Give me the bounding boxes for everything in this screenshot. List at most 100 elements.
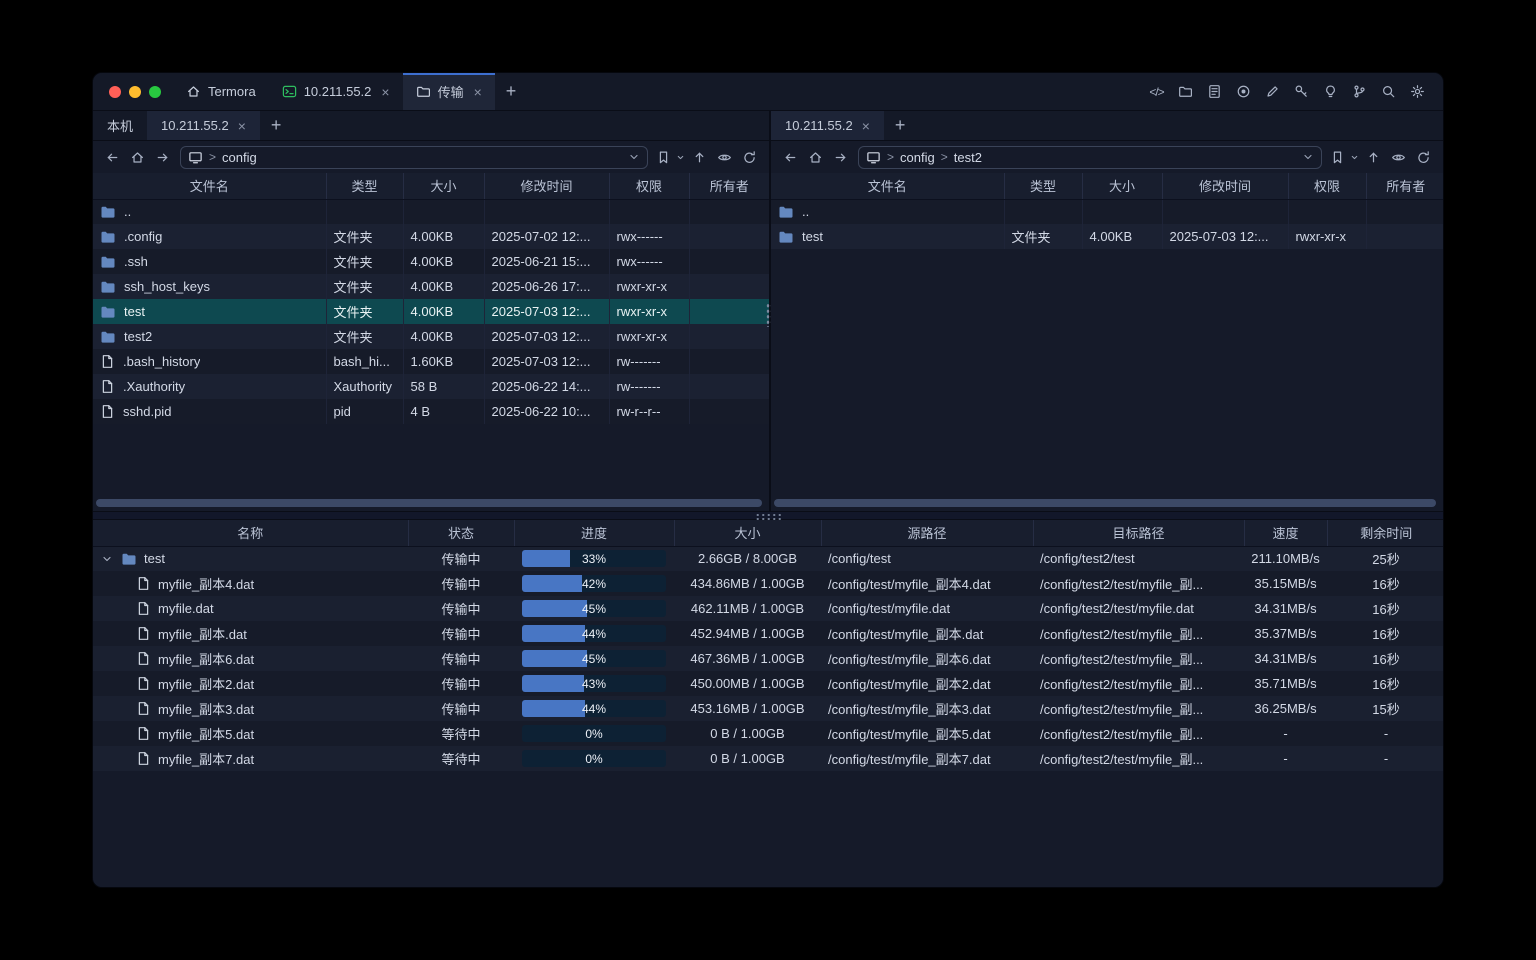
transfer-target-path: /config/test2/test <box>1033 546 1244 571</box>
column-header[interactable]: 权限 <box>609 173 689 199</box>
breadcrumb-segment[interactable]: config <box>900 150 935 165</box>
column-header[interactable]: 修改时间 <box>484 173 609 199</box>
transfer-source-path: /config/test/myfile_副本3.dat <box>821 696 1033 721</box>
file-row[interactable]: ssh_host_keys 文件夹 4.00KB 2025-06-26 17:.… <box>93 274 769 299</box>
right-show-hidden-button[interactable] <box>1387 146 1410 169</box>
bookmark-dropdown-caret[interactable] <box>1348 146 1360 169</box>
chevron-down-icon[interactable] <box>1302 151 1314 163</box>
close-icon[interactable]: × <box>381 85 389 99</box>
column-header[interactable]: 所有者 <box>689 173 769 199</box>
collapse-chevron-icon[interactable] <box>100 553 114 565</box>
close-icon[interactable]: × <box>474 85 482 99</box>
transfer-column-header[interactable]: 源路径 <box>821 520 1033 546</box>
chevron-down-icon[interactable] <box>628 151 640 163</box>
transfer-column-header[interactable]: 状态 <box>408 520 514 546</box>
left-home-button[interactable] <box>126 146 149 169</box>
file-row[interactable]: test2 文件夹 4.00KB 2025-07-03 12:... rwxr-… <box>93 324 769 349</box>
left-new-tab-button[interactable]: + <box>260 111 293 140</box>
window-minimize-button[interactable] <box>129 86 141 98</box>
toolbar-folder-outline-button[interactable] <box>1174 80 1197 103</box>
toolbar-code-button[interactable]: </> <box>1145 80 1168 103</box>
file-row[interactable]: sshd.pid pid 4 B 2025-06-22 10:... rw-r-… <box>93 399 769 424</box>
transfer-splitter[interactable] <box>93 511 1443 520</box>
file-row[interactable]: test 文件夹 4.00KB 2025-07-03 12:... rwxr-x… <box>771 224 1443 249</box>
column-header[interactable]: 修改时间 <box>1162 173 1288 199</box>
file-row[interactable]: .. <box>771 199 1443 224</box>
file-row[interactable]: .bash_history bash_hi... 1.60KB 2025-07-… <box>93 349 769 374</box>
file-row[interactable]: .ssh 文件夹 4.00KB 2025-06-21 15:... rwx---… <box>93 249 769 274</box>
right-back-button[interactable] <box>779 146 802 169</box>
right-up-button[interactable] <box>1362 146 1385 169</box>
left-panel-tab-1[interactable]: 10.211.55.2 × <box>147 111 260 140</box>
right-panel-tab-0[interactable]: 10.211.55.2 × <box>771 111 884 140</box>
breadcrumb-segment[interactable]: config <box>222 150 257 165</box>
transfer-column-header[interactable]: 速度 <box>1244 520 1327 546</box>
close-icon[interactable]: × <box>238 119 246 133</box>
left-path-breadcrumb[interactable]: >config <box>180 146 648 169</box>
bookmark-dropdown-caret[interactable] <box>674 146 686 169</box>
left-panel-tab-0[interactable]: 本机 <box>93 111 147 140</box>
transfer-row[interactable]: myfile_副本6.dat 传输中 45% 467.36MB / 1.00GB… <box>93 646 1443 671</box>
transfer-column-header[interactable]: 目标路径 <box>1033 520 1244 546</box>
new-title-tab-button[interactable]: + <box>495 73 528 110</box>
left-bookmark-button[interactable] <box>654 146 672 169</box>
column-header[interactable]: 类型 <box>1004 173 1082 199</box>
scrollbar-thumb[interactable] <box>774 499 1436 507</box>
file-row[interactable]: .. <box>93 199 769 224</box>
transfer-column-header[interactable]: 进度 <box>514 520 674 546</box>
transfer-row[interactable]: myfile.dat 传输中 45% 462.11MB / 1.00GB /co… <box>93 596 1443 621</box>
transfer-row[interactable]: myfile_副本.dat 传输中 44% 452.94MB / 1.00GB … <box>93 621 1443 646</box>
toolbar-search-button[interactable] <box>1377 80 1400 103</box>
toolbar-edit-button[interactable] <box>1261 80 1284 103</box>
settings-icon <box>1410 84 1425 99</box>
toolbar-branch-button[interactable] <box>1348 80 1371 103</box>
transfer-column-header[interactable]: 名称 <box>93 520 408 546</box>
transfer-column-header[interactable]: 大小 <box>674 520 821 546</box>
window-zoom-button[interactable] <box>149 86 161 98</box>
horizontal-scrollbar[interactable] <box>96 499 762 507</box>
transfer-row[interactable]: myfile_副本2.dat 传输中 43% 450.00MB / 1.00GB… <box>93 671 1443 696</box>
toolbar-settings-button[interactable] <box>1406 80 1429 103</box>
left-forward-button[interactable] <box>151 146 174 169</box>
breadcrumb-segment[interactable]: test2 <box>954 150 982 165</box>
title-tab-2[interactable]: 传输 × <box>403 73 495 110</box>
column-header[interactable]: 所有者 <box>1366 173 1443 199</box>
right-forward-button[interactable] <box>829 146 852 169</box>
right-bookmark-button[interactable] <box>1328 146 1346 169</box>
left-up-button[interactable] <box>688 146 711 169</box>
toolbar-bulb-button[interactable] <box>1319 80 1342 103</box>
column-header[interactable]: 文件名 <box>93 173 326 199</box>
transfer-column-header[interactable]: 剩余时间 <box>1327 520 1443 546</box>
toolbar-record-button[interactable] <box>1232 80 1255 103</box>
transfer-row[interactable]: myfile_副本5.dat 等待中 0% 0 B / 1.00GB /conf… <box>93 721 1443 746</box>
column-header[interactable]: 类型 <box>326 173 403 199</box>
left-back-button[interactable] <box>101 146 124 169</box>
file-size: 1.60KB <box>403 349 484 374</box>
transfer-row[interactable]: myfile_副本7.dat 等待中 0% 0 B / 1.00GB /conf… <box>93 746 1443 771</box>
transfer-row[interactable]: myfile_副本3.dat 传输中 44% 453.16MB / 1.00GB… <box>93 696 1443 721</box>
right-path-breadcrumb[interactable]: >config>test2 <box>858 146 1322 169</box>
right-refresh-button[interactable] <box>1412 146 1435 169</box>
file-row[interactable]: .config 文件夹 4.00KB 2025-07-02 12:... rwx… <box>93 224 769 249</box>
transfer-row[interactable]: myfile_副本4.dat 传输中 42% 434.86MB / 1.00GB… <box>93 571 1443 596</box>
toolbar-key-button[interactable] <box>1290 80 1313 103</box>
toolbar-log-button[interactable] <box>1203 80 1226 103</box>
horizontal-scrollbar[interactable] <box>774 499 1436 507</box>
file-mtime: 2025-07-03 12:... <box>484 324 609 349</box>
column-header[interactable]: 大小 <box>1082 173 1162 199</box>
left-show-hidden-button[interactable] <box>713 146 736 169</box>
window-close-button[interactable] <box>109 86 121 98</box>
title-tab-0[interactable]: Termora <box>173 73 269 110</box>
left-refresh-button[interactable] <box>738 146 761 169</box>
file-row[interactable]: test 文件夹 4.00KB 2025-07-03 12:... rwxr-x… <box>93 299 769 324</box>
right-home-button[interactable] <box>804 146 827 169</box>
column-header[interactable]: 权限 <box>1288 173 1366 199</box>
transfer-row[interactable]: test 传输中 33% 2.66GB / 8.00GB /config/tes… <box>93 546 1443 571</box>
title-tab-1[interactable]: 10.211.55.2 × <box>269 73 403 110</box>
column-header[interactable]: 文件名 <box>771 173 1004 199</box>
close-icon[interactable]: × <box>862 119 870 133</box>
scrollbar-thumb[interactable] <box>96 499 762 507</box>
right-new-tab-button[interactable]: + <box>884 111 917 140</box>
file-row[interactable]: .Xauthority Xauthority 58 B 2025-06-22 1… <box>93 374 769 399</box>
column-header[interactable]: 大小 <box>403 173 484 199</box>
